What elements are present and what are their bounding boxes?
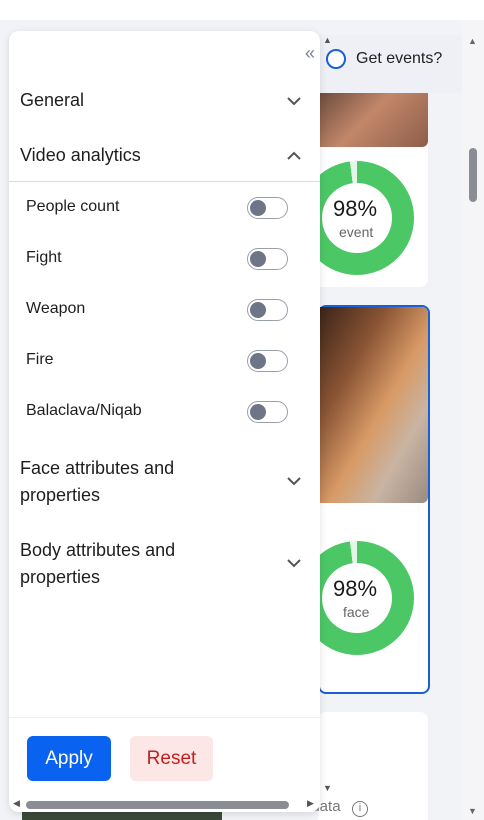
panel-vertical-scrollbar[interactable]: ▲ ▼ (321, 31, 333, 801)
match-percent: 98% (333, 576, 378, 601)
chevron-down-icon[interactable] (285, 554, 303, 572)
option-fight: Fight (26, 249, 62, 266)
scroll-left-icon[interactable]: ◀ (13, 798, 20, 809)
people-count-toggle[interactable] (247, 197, 288, 219)
chevron-down-icon[interactable] (285, 472, 303, 490)
scroll-right-icon[interactable]: ▶ (307, 798, 314, 809)
section-video-analytics[interactable]: Video analytics (20, 142, 141, 169)
double-chevron-left-icon[interactable]: « (305, 43, 315, 64)
panel-horizontal-scrollbar-thumb[interactable] (26, 801, 289, 809)
section-divider (9, 181, 320, 182)
panel-horizontal-scrollbar[interactable]: ◀ ▶ (9, 798, 320, 812)
get-events-control[interactable]: Get events? (318, 35, 464, 93)
section-general[interactable]: General (20, 87, 84, 114)
toggle-knob (250, 251, 266, 267)
match-type: event (339, 224, 374, 240)
match-type: face (343, 604, 370, 620)
scroll-down-icon[interactable]: ▼ (468, 806, 477, 816)
scroll-up-icon[interactable]: ▲ (468, 36, 477, 46)
balaclava-niqab-toggle[interactable] (247, 401, 288, 423)
toggle-knob (250, 200, 266, 216)
option-fire: Fire (26, 351, 54, 368)
apply-button[interactable]: Apply (27, 736, 111, 781)
page-scrollbar[interactable]: ▲ ▼ (462, 20, 484, 820)
reset-button[interactable]: Reset (130, 736, 213, 781)
section-body-attributes[interactable]: Body attributes and properties (20, 537, 220, 591)
get-events-label: Get events? (356, 50, 443, 67)
fight-toggle[interactable] (247, 248, 288, 270)
page-scrollbar-thumb[interactable] (469, 148, 477, 202)
weapon-toggle[interactable] (247, 299, 288, 321)
option-balaclava-niqab: Balaclava/Niqab (26, 402, 142, 419)
toggle-knob (250, 353, 266, 369)
scroll-up-icon[interactable]: ▲ (323, 35, 332, 45)
chevron-down-icon[interactable] (285, 92, 303, 110)
section-face-attributes[interactable]: Face attributes and properties (20, 455, 220, 509)
option-people-count: People count (26, 198, 120, 215)
option-weapon: Weapon (26, 300, 86, 317)
filter-panel: « General Video analytics People count F… (9, 31, 320, 812)
toggle-knob (250, 302, 266, 318)
info-icon[interactable]: i (352, 801, 368, 817)
thumbnail-strip (22, 812, 222, 820)
toggle-knob (250, 404, 266, 420)
top-bar (0, 0, 484, 20)
chevron-up-icon[interactable] (285, 147, 303, 165)
event-photo (318, 93, 428, 147)
fire-toggle[interactable] (247, 350, 288, 372)
face-photo (320, 307, 428, 503)
match-percent: 98% (333, 196, 378, 221)
scroll-down-icon[interactable]: ▼ (323, 783, 332, 793)
